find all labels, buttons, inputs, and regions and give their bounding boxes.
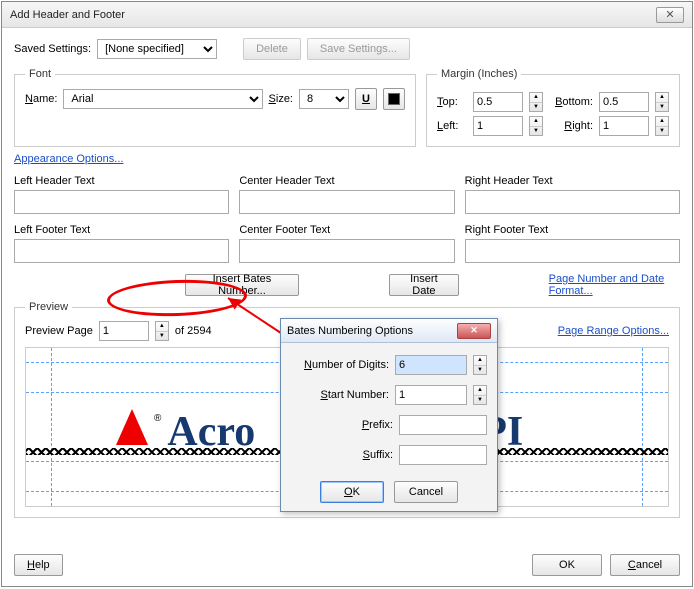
- font-size-label: Size:: [269, 93, 293, 105]
- appearance-options-link[interactable]: Appearance Options...: [14, 153, 123, 165]
- center-header-label: Center Header Text: [239, 175, 454, 187]
- margin-right-label: Right:: [549, 120, 593, 132]
- digits-label: Number of Digits:: [294, 359, 389, 371]
- page-range-options-link[interactable]: Page Range Options...: [558, 325, 669, 337]
- font-legend: Font: [25, 68, 55, 80]
- start-number-input[interactable]: [395, 385, 467, 405]
- start-number-label: Start Number:: [294, 389, 389, 401]
- titlebar[interactable]: Add Header and Footer ✕: [2, 2, 692, 28]
- window-title: Add Header and Footer: [10, 9, 125, 21]
- digits-input[interactable]: [395, 355, 467, 375]
- saved-settings-label: Saved Settings:: [14, 43, 91, 55]
- center-footer-label: Center Footer Text: [239, 224, 454, 236]
- modal-ok-button[interactable]: OK: [320, 481, 384, 503]
- spinner-icon[interactable]: ▲▼: [655, 92, 669, 112]
- saved-settings-select[interactable]: [None specified]: [97, 39, 217, 59]
- prefix-input[interactable]: [399, 415, 487, 435]
- help-button[interactable]: Help: [14, 554, 63, 576]
- preview-legend: Preview: [25, 301, 72, 313]
- right-header-label: Right Header Text: [465, 175, 680, 187]
- font-size-select[interactable]: 8: [299, 89, 349, 109]
- insert-date-button[interactable]: Insert Date: [389, 274, 458, 296]
- spinner-icon[interactable]: ▲▼: [473, 385, 487, 405]
- preview-total: of 2594: [175, 325, 212, 337]
- color-swatch-icon: [388, 93, 400, 105]
- close-icon[interactable]: ✕: [656, 7, 684, 23]
- underline-button[interactable]: U: [355, 88, 377, 110]
- center-footer-input[interactable]: [239, 239, 454, 263]
- font-name-label: Name:: [25, 93, 57, 105]
- ok-button[interactable]: OK: [532, 554, 602, 576]
- spinner-icon[interactable]: ▲▼: [529, 116, 543, 136]
- page-number-date-format-link[interactable]: Page Number and Date Format...: [549, 273, 680, 297]
- margin-top-label: Top:: [437, 96, 467, 108]
- margin-right-input[interactable]: [599, 116, 649, 136]
- left-header-input[interactable]: [14, 190, 229, 214]
- spinner-icon[interactable]: ▲▼: [155, 321, 169, 341]
- dialog-add-header-footer: Add Header and Footer ✕ Saved Settings: …: [1, 1, 693, 587]
- margin-bottom-label: Bottom:: [549, 96, 593, 108]
- font-color-button[interactable]: [383, 88, 405, 110]
- font-name-select[interactable]: Arial: [63, 89, 262, 109]
- modal-title: Bates Numbering Options: [287, 325, 413, 337]
- left-footer-input[interactable]: [14, 239, 229, 263]
- cancel-button[interactable]: Cancel: [610, 554, 680, 576]
- delete-button: Delete: [243, 38, 301, 60]
- header-footer-grid: Left Header Text Center Header Text Righ…: [14, 175, 680, 263]
- right-footer-input[interactable]: [465, 239, 680, 263]
- center-header-input[interactable]: [239, 190, 454, 214]
- prefix-label: Prefix:: [298, 419, 393, 431]
- suffix-label: Suffix:: [298, 449, 393, 461]
- preview-page-label: Preview Page: [25, 325, 93, 337]
- preview-page-input[interactable]: [99, 321, 149, 341]
- right-footer-label: Right Footer Text: [465, 224, 680, 236]
- margin-top-input[interactable]: [473, 92, 523, 112]
- adobe-logo-icon: [116, 409, 148, 445]
- modal-cancel-button[interactable]: Cancel: [394, 481, 458, 503]
- margin-bottom-input[interactable]: [599, 92, 649, 112]
- insert-bates-number-button[interactable]: Insert Bates Number...: [185, 274, 299, 296]
- spinner-icon[interactable]: ▲▼: [529, 92, 543, 112]
- margin-left-label: Left:: [437, 120, 467, 132]
- margin-group: Margin (Inches) Top: ▲▼ Bottom: ▲▼ Left:…: [426, 68, 680, 147]
- spinner-icon[interactable]: ▲▼: [473, 355, 487, 375]
- modal-titlebar[interactable]: Bates Numbering Options ✕: [281, 319, 497, 343]
- margin-legend: Margin (Inches): [437, 68, 521, 80]
- suffix-input[interactable]: [399, 445, 487, 465]
- left-header-label: Left Header Text: [14, 175, 229, 187]
- right-header-input[interactable]: [465, 190, 680, 214]
- modal-close-icon[interactable]: ✕: [457, 323, 491, 339]
- left-footer-label: Left Footer Text: [14, 224, 229, 236]
- save-settings-button: Save Settings...: [307, 38, 410, 60]
- margin-left-input[interactable]: [473, 116, 523, 136]
- bates-numbering-options-dialog: Bates Numbering Options ✕ Number of Digi…: [280, 318, 498, 512]
- font-group: Font Name: Arial Size: 8 U: [14, 68, 416, 147]
- spinner-icon[interactable]: ▲▼: [655, 116, 669, 136]
